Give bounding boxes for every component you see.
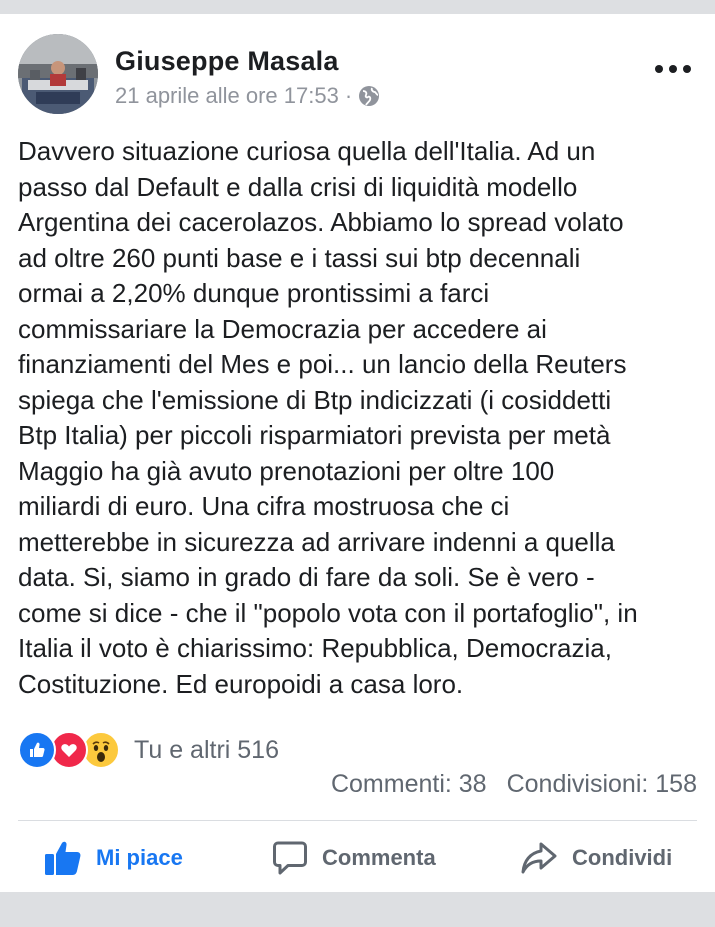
globe-icon[interactable] [358,85,380,107]
profile-photo [18,34,98,114]
post-text: Davvero situazione curiosa quella dell'I… [18,136,638,699]
screen: Giuseppe Masala 21 aprile alle ore 17:53… [0,0,715,927]
post-actions: Mi piace Commenta Condividi [0,838,715,878]
more-dot [669,65,677,73]
like-label: Mi piace [96,845,183,870]
stats-gap [487,770,507,799]
thumbs-up-icon [45,841,81,875]
like-button[interactable]: Mi piace [44,840,183,876]
comments-count[interactable]: Commenti: 38 [331,770,487,799]
like-reaction-icon [18,731,56,769]
author-avatar[interactable] [18,34,98,114]
comment-label: Commenta [322,845,436,870]
share-arrow-icon [521,842,557,874]
reactions-bar[interactable]: Tu e altri 516 [18,731,279,769]
post-card: Giuseppe Masala 21 aprile alle ore 17:53… [0,14,715,892]
share-label: Condividi [572,845,673,870]
post-timestamp[interactable]: 21 aprile alle ore 17:53 [115,83,339,109]
engagement-stats: Commenti: 38 Condivisioni: 158 [331,770,697,799]
post-meta: 21 aprile alle ore 17:53 · [115,82,380,110]
more-dot [655,65,663,73]
author-name[interactable]: Giuseppe Masala [115,46,339,77]
comment-bubble-icon [273,841,307,875]
actions-divider [18,820,697,821]
more-options-icon[interactable] [655,62,691,76]
more-dot [683,65,691,73]
meta-separator: · [344,83,353,108]
reactions-summary[interactable]: Tu e altri 516 [134,736,279,765]
share-button[interactable]: Condividi [520,840,672,876]
comment-button[interactable]: Commenta [272,840,436,876]
shares-count[interactable]: Condivisioni: 158 [507,770,697,799]
